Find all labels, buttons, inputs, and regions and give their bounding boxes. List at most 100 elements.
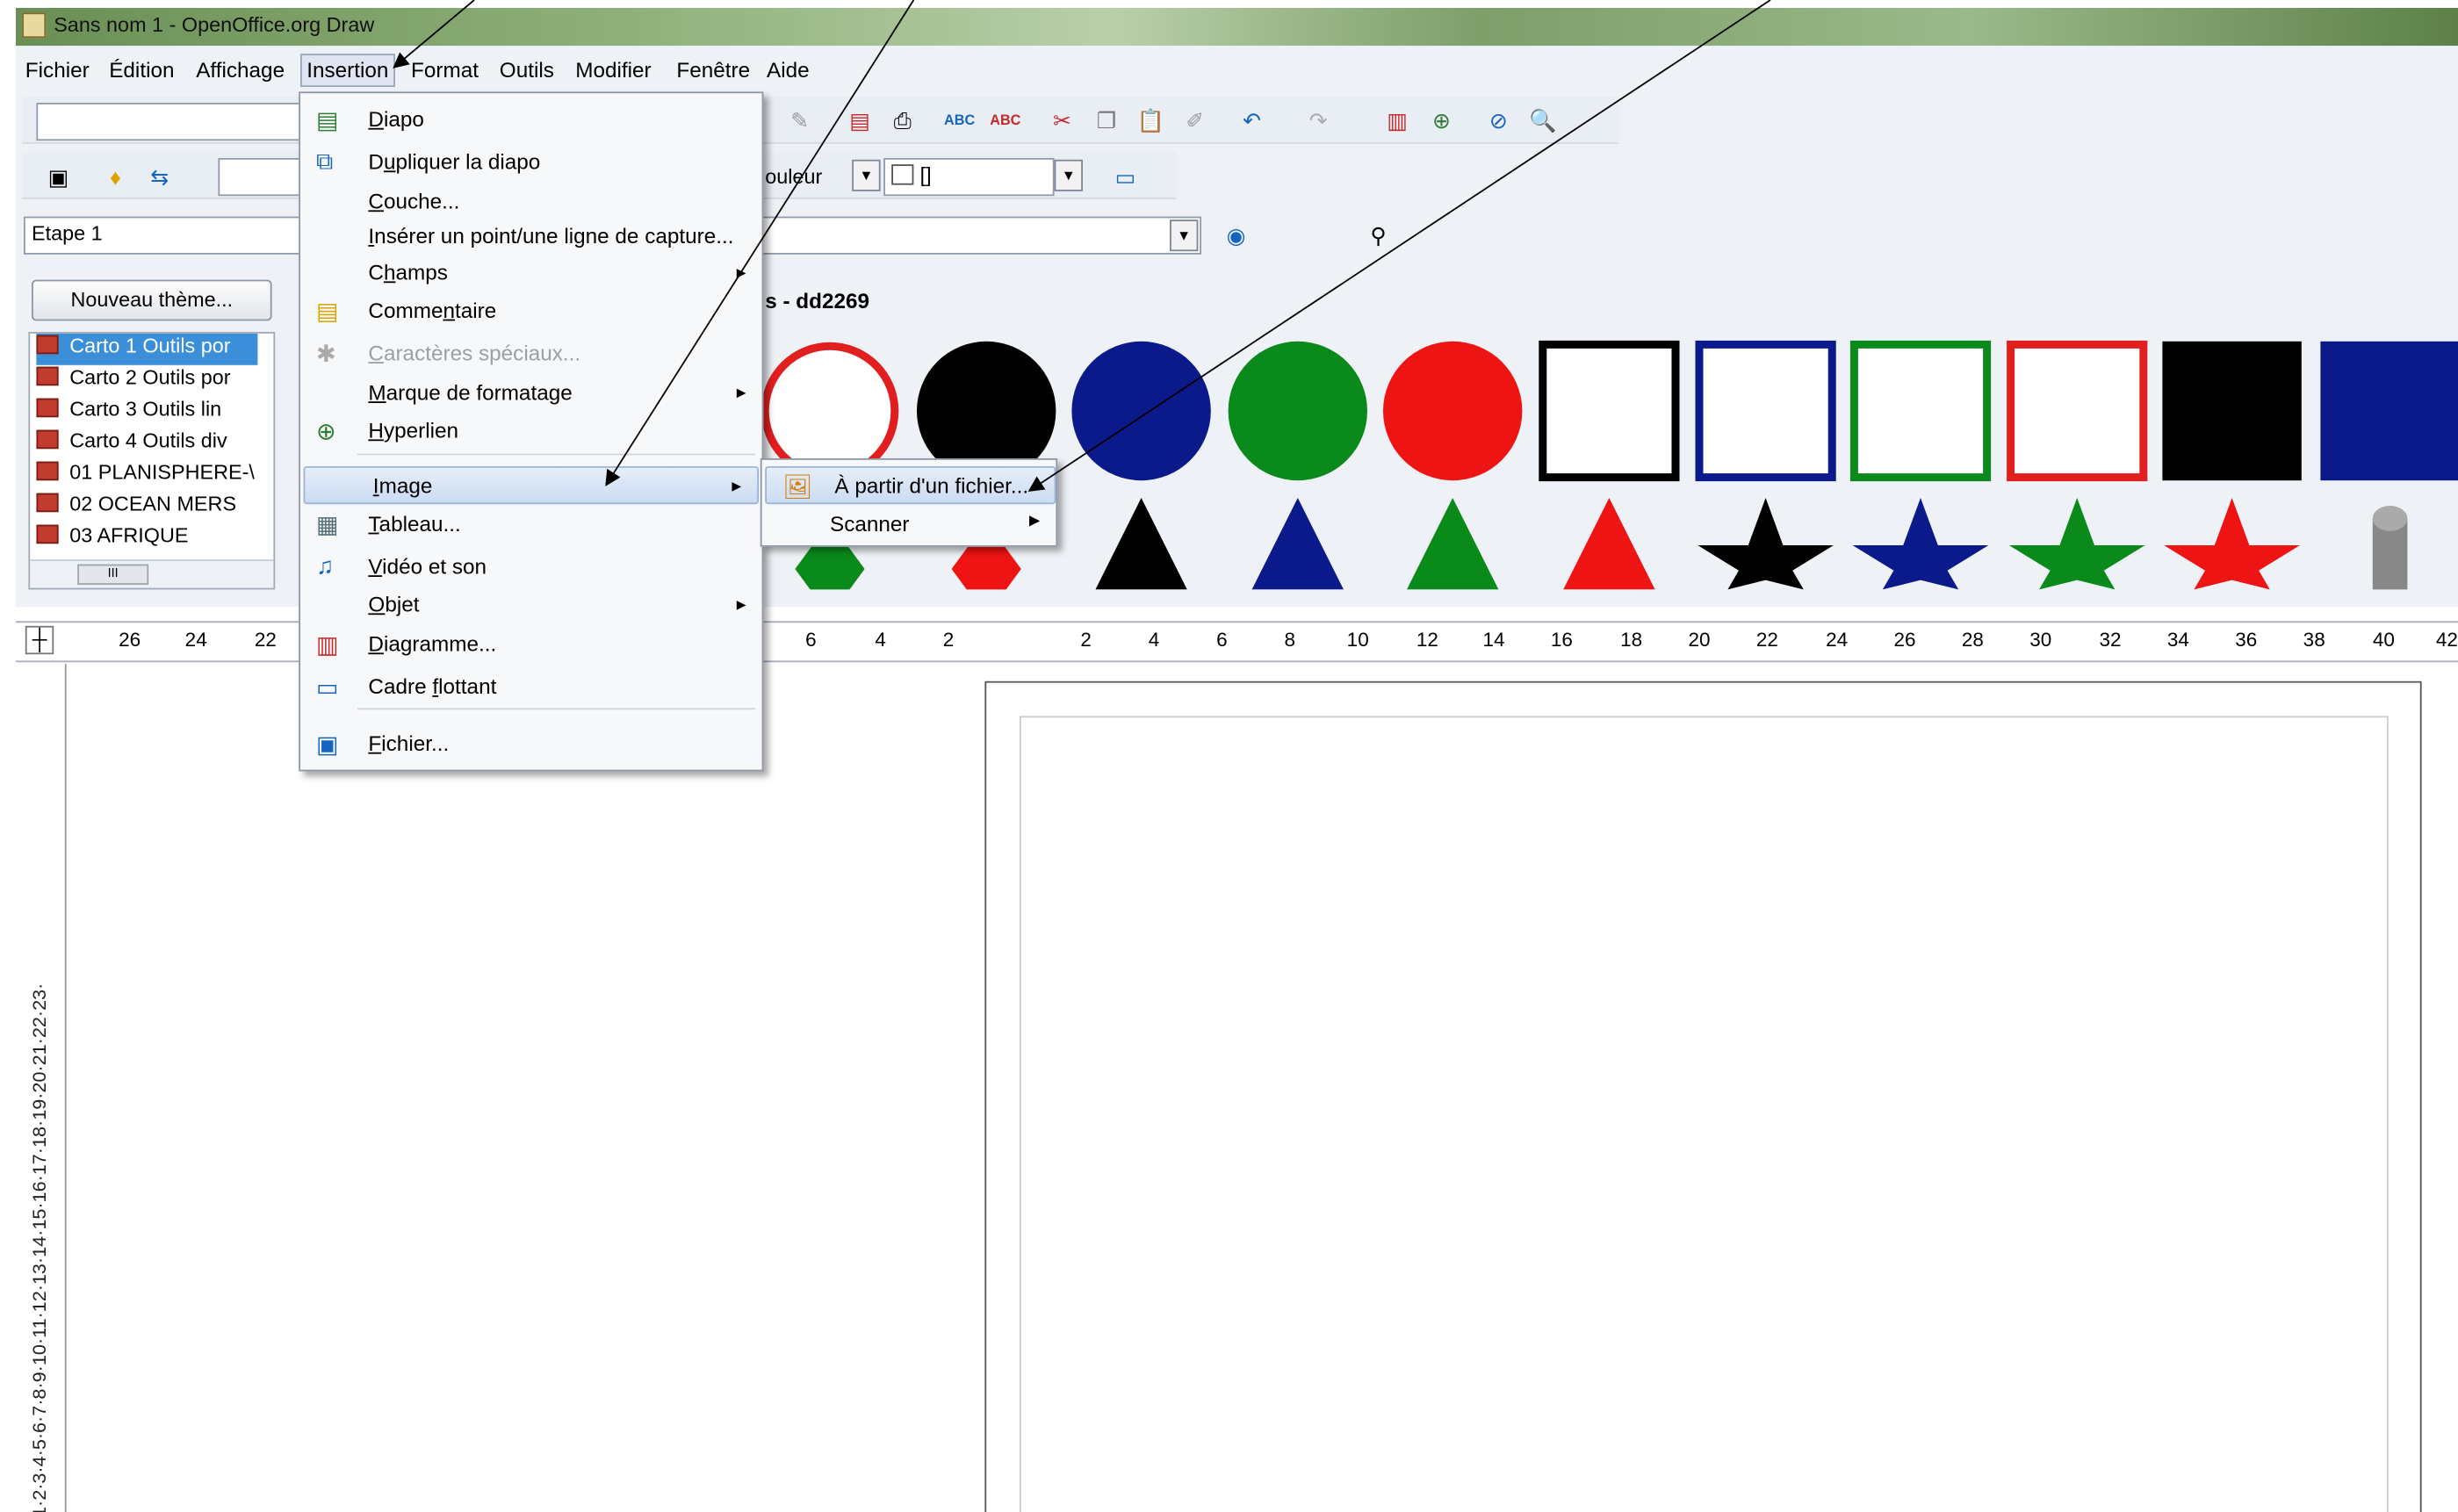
menu-bar: Fichier Édition Affichage Insertion Form…: [16, 52, 2458, 90]
fill-type-dropdown-icon[interactable]: ▼: [852, 159, 881, 191]
arrow-style-icon[interactable]: ⇆: [146, 162, 174, 191]
theme-item[interactable]: Carto 4 Outils div: [36, 428, 257, 460]
menu-item-label: Marque de formatage: [368, 380, 573, 405]
chart-icon[interactable]: ▥: [1383, 106, 1411, 134]
menu-edition[interactable]: Édition: [109, 59, 174, 83]
menu-insertion[interactable]: Insertion: [300, 54, 395, 87]
menu-item-from-file[interactable]: 🖼 À partir d'un fichier...: [765, 466, 1056, 505]
menu-item-label: Tableau...: [368, 512, 461, 536]
menu-item-cadre-flottant[interactable]: ▭ Cadre flottant: [300, 668, 762, 706]
submenu-arrow-icon: ▶: [1028, 512, 1041, 529]
gallery-shape-hexagon[interactable]: [951, 544, 1021, 590]
shadow-icon[interactable]: ▭: [1111, 162, 1139, 191]
menu-modifier[interactable]: Modifier: [575, 59, 651, 83]
gallery-theme-title: s - dd2269: [765, 289, 870, 313]
menu-format[interactable]: Format: [411, 59, 479, 83]
line-style-select[interactable]: [218, 158, 300, 197]
scroll-thumb[interactable]: III: [77, 564, 149, 585]
theme-item[interactable]: Carto 1 Outils por: [36, 333, 258, 365]
gallery-shape-star[interactable]: [2008, 498, 2145, 590]
menu-item-dupliquer-la-diapo[interactable]: ⧉ Dupliquer la diapo: [300, 144, 762, 182]
submenu-arrow-icon: ▸: [736, 593, 746, 616]
step-dropdown-icon[interactable]: ▼: [1170, 220, 1199, 252]
theme-item[interactable]: 01 PLANISPHERE-\: [36, 460, 257, 492]
gallery-shape-square[interactable]: [2162, 341, 2302, 481]
pdf-icon[interactable]: ▤: [846, 106, 874, 134]
menu-item-commentaire[interactable]: ▤ Commentaire: [300, 292, 762, 330]
gallery-shape-star[interactable]: [1852, 498, 1989, 590]
menu-item-diagramme[interactable]: ▥ Diagramme...: [300, 626, 762, 664]
gallery-shape-square[interactable]: [2320, 341, 2458, 481]
paste-icon[interactable]: 📋: [1136, 106, 1164, 134]
edit-icon[interactable]: ✎: [786, 106, 814, 134]
menu-item-diapo[interactable]: ▤ Diapo: [300, 101, 762, 139]
menu-fichier[interactable]: Fichier: [25, 59, 90, 83]
ruler-tick: 22: [1755, 629, 1778, 652]
menu-item-vidéo-et-son[interactable]: ♫ Vidéo et son: [300, 549, 762, 587]
horizontal-scrollbar[interactable]: III: [30, 559, 274, 588]
ruler-origin-icon[interactable]: ┼: [25, 625, 54, 655]
duplicate-slide-icon: ⧉: [316, 148, 334, 176]
gallery-shape-circle[interactable]: [1383, 341, 1523, 481]
menu-fenetre[interactable]: Fenêtre: [676, 59, 750, 83]
theme-item[interactable]: Carto 2 Outils por: [36, 365, 257, 397]
menu-item-scanner[interactable]: Scanner ▶: [762, 506, 1056, 544]
menu-aide[interactable]: Aide: [767, 59, 810, 83]
menu-item-couche[interactable]: Couche...: [300, 184, 762, 221]
theme-item[interactable]: 03 AFRIQUE: [36, 523, 257, 555]
print-icon[interactable]: ⎙: [889, 106, 917, 134]
gallery-shape-star[interactable]: [2164, 498, 2300, 590]
fill-value-select[interactable]: []: [883, 158, 1055, 197]
url-field[interactable]: [36, 103, 306, 141]
fill-type-select[interactable]: ouleur: [765, 164, 822, 188]
menu-item-image[interactable]: Image ▸: [303, 466, 759, 505]
gallery-shape-square-outline[interactable]: [1849, 340, 1992, 482]
menu-item-hyperlien[interactable]: ⊕ Hyperlien: [300, 413, 762, 450]
menu-item-champs[interactable]: Champs ▸: [300, 255, 762, 292]
gallery-shape-hexagon[interactable]: [795, 544, 865, 590]
gallery-shape-square-outline[interactable]: [2007, 340, 2148, 482]
gallery-shape-star[interactable]: [1698, 498, 1834, 590]
gallery-shape-triangle[interactable]: [1407, 498, 1499, 590]
menu-item-caractères-spéciaux[interactable]: ✱ Caractères spéciaux...: [300, 335, 762, 373]
zoom-icon[interactable]: 🔍: [1529, 106, 1557, 134]
styles-icon[interactable]: ▣: [44, 162, 72, 191]
ruler-tick: 22: [254, 629, 277, 652]
fill-format-icon[interactable]: ♦: [101, 162, 129, 191]
format-paintbrush-icon[interactable]: ✐: [1181, 106, 1209, 134]
gallery-shape-circle-outline[interactable]: [760, 342, 899, 480]
menu-item-fichier[interactable]: ▣ Fichier...: [300, 725, 762, 763]
copy-icon[interactable]: ❐: [1092, 106, 1121, 134]
new-theme-button[interactable]: Nouveau thème...: [32, 279, 272, 321]
autospell-icon[interactable]: ABC: [990, 106, 1020, 134]
gallery-shape-triangle[interactable]: [1251, 498, 1344, 590]
cut-icon[interactable]: ✂: [1048, 106, 1076, 134]
gallery-shape-triangle[interactable]: [1563, 498, 1655, 590]
gallery-shape-circle[interactable]: [1071, 341, 1211, 481]
hyperlink-icon[interactable]: ⊕: [1427, 106, 1455, 134]
theme-item[interactable]: 02 OCEAN MERS: [36, 492, 257, 523]
spellcheck-icon[interactable]: ABC: [944, 106, 975, 134]
gallery-shape-circle[interactable]: [1228, 341, 1367, 481]
navigator-icon[interactable]: ⊘: [1484, 106, 1512, 134]
undo-icon[interactable]: ↶: [1237, 106, 1265, 134]
menu-item-objet[interactable]: Objet ▸: [300, 587, 762, 624]
menu-item-marque-de-formatage[interactable]: Marque de formatage ▸: [300, 375, 762, 413]
gallery-shape-square-outline[interactable]: [1539, 340, 1680, 482]
target-icon[interactable]: ◉: [1222, 221, 1250, 249]
menu-affichage[interactable]: Affichage: [196, 59, 285, 83]
menu-item-insérer-un-point-une-ligne-de-capture[interactable]: Insérer un point/une ligne de capture...: [300, 218, 762, 256]
menu-item-tableau[interactable]: ▦ Tableau...: [300, 506, 762, 544]
gallery-shape-cylinder[interactable]: [2372, 506, 2408, 590]
ruler-tick: 34: [2166, 629, 2189, 652]
menu-outils[interactable]: Outils: [500, 59, 554, 83]
submenu-arrow-icon: ▸: [736, 380, 746, 403]
redo-icon[interactable]: ↷: [1304, 106, 1332, 134]
ruler-tick: 6: [1216, 629, 1228, 652]
theme-item[interactable]: Carto 3 Outils lin: [36, 397, 257, 428]
find-icon[interactable]: ⚲: [1364, 221, 1392, 249]
gallery-shape-triangle[interactable]: [1095, 498, 1187, 590]
fill-value-dropdown-icon[interactable]: ▼: [1054, 159, 1083, 191]
gallery-theme-list[interactable]: Carto 1 Outils por Carto 2 Outils por Ca…: [28, 332, 276, 590]
gallery-shape-square-outline[interactable]: [1695, 340, 1836, 482]
